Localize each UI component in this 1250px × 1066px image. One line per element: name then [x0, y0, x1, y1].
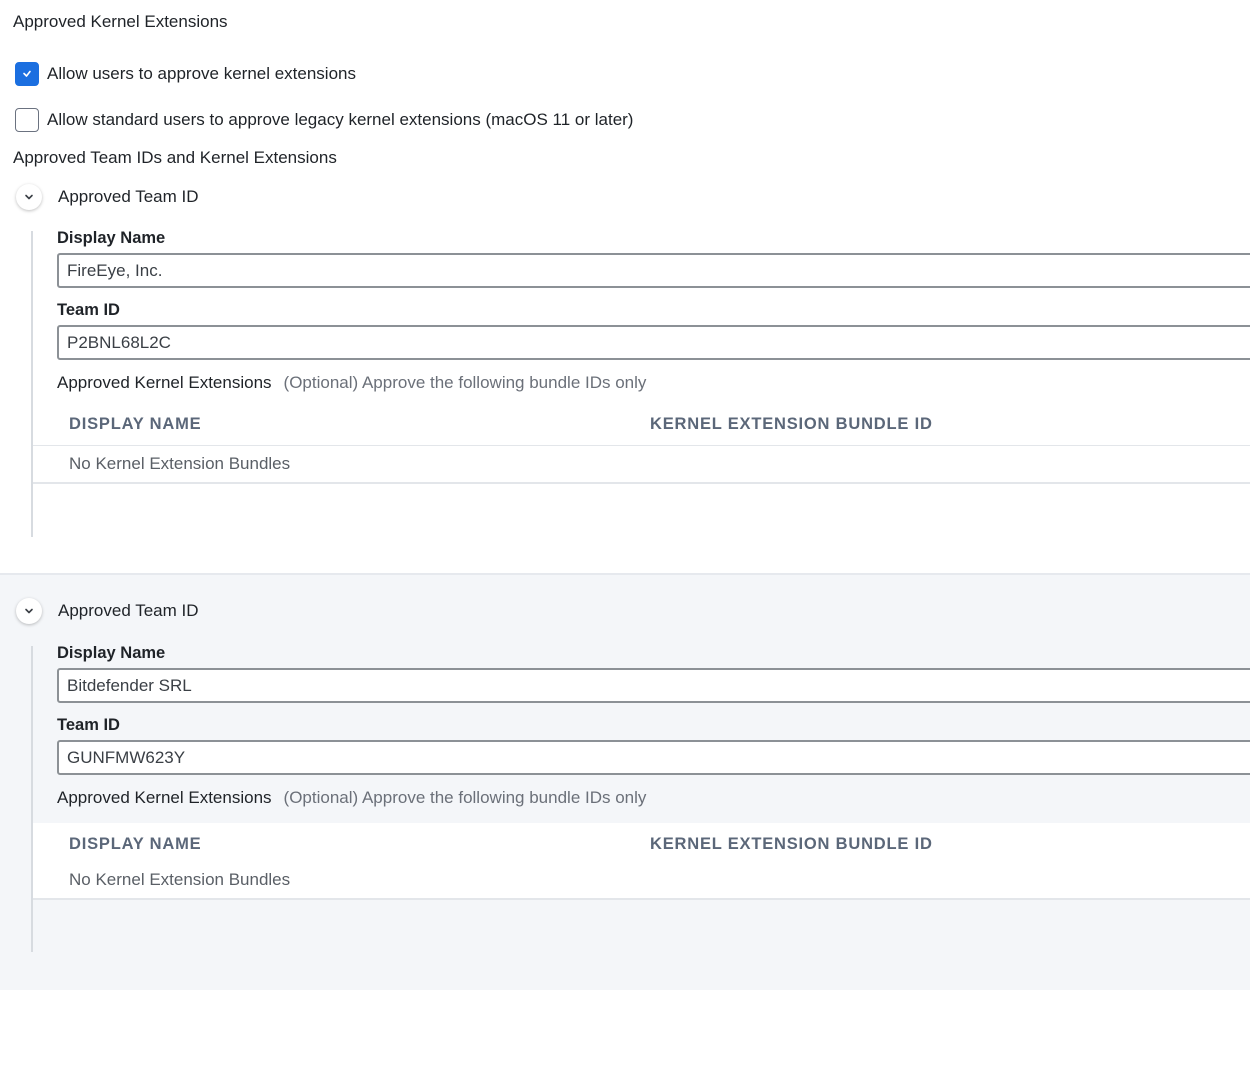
approved-team-card-2: Approved Team ID Display Name Team ID Ap…: [0, 573, 1250, 990]
section-divider-rule: [31, 231, 33, 537]
column-display-name[interactable]: DISPLAY NAME: [69, 415, 201, 434]
column-bundle-id[interactable]: KERNEL EXTENSION BUNDLE ID: [650, 415, 933, 434]
table-row-empty: No Kernel Extension Bundles: [33, 862, 1250, 900]
team-id-label: Team ID: [57, 716, 120, 734]
bundle-table-header: DISPLAY NAME KERNEL EXTENSION BUNDLE ID: [33, 823, 1250, 867]
allow-users-checkbox-row[interactable]: Allow users to approve kernel extensions: [15, 62, 356, 86]
allow-standard-users-checkbox[interactable]: [15, 108, 39, 132]
table-row-empty: No Kernel Extension Bundles: [33, 446, 1250, 484]
collapse-button[interactable]: [16, 598, 42, 624]
team-ids-title: Approved Team IDs and Kernel Extensions: [13, 148, 337, 167]
approved-kernel-extensions-hint: (Optional) Approve the following bundle …: [283, 788, 647, 807]
approved-kernel-extensions-row: Approved Kernel Extensions (Optional) Ap…: [57, 373, 646, 393]
allow-users-checkbox[interactable]: [15, 62, 39, 86]
bundle-table-header: DISPLAY NAME KERNEL EXTENSION BUNDLE ID: [33, 403, 1250, 447]
allow-standard-users-checkbox-row[interactable]: Allow standard users to approve legacy k…: [15, 108, 633, 132]
allow-standard-users-label: Allow standard users to approve legacy k…: [47, 110, 634, 129]
section-divider-rule: [31, 646, 33, 952]
team-id-label: Team ID: [57, 301, 120, 319]
chevron-down-icon: [25, 194, 33, 200]
display-name-input[interactable]: [57, 668, 1250, 703]
approved-team-title: Approved Team ID: [58, 187, 199, 206]
collapse-button[interactable]: [16, 184, 42, 210]
empty-state-text: No Kernel Extension Bundles: [69, 870, 291, 889]
display-name-label: Display Name: [57, 644, 166, 662]
approved-kernel-extensions-label: Approved Kernel Extensions: [57, 373, 272, 392]
team-id-input[interactable]: [57, 740, 1250, 775]
column-bundle-id[interactable]: KERNEL EXTENSION BUNDLE ID: [650, 835, 933, 854]
column-display-name[interactable]: DISPLAY NAME: [69, 835, 201, 854]
allow-users-label: Allow users to approve kernel extensions: [47, 64, 356, 83]
checkmark-icon: [23, 70, 31, 77]
display-name-input[interactable]: [57, 253, 1250, 288]
approved-team-card-1: Approved Team ID Display Name Team ID Ap…: [0, 175, 1250, 573]
approved-team-header-2[interactable]: Approved Team ID: [16, 597, 198, 625]
chevron-down-icon: [25, 608, 33, 614]
approved-team-header-1[interactable]: Approved Team ID: [16, 183, 198, 211]
kernel-extensions-page: Approved Kernel Extensions Allow users t…: [0, 0, 1250, 1066]
approved-team-title: Approved Team ID: [58, 601, 199, 620]
team-id-input[interactable]: [57, 325, 1250, 360]
display-name-label: Display Name: [57, 229, 166, 247]
approved-kernel-extensions-hint: (Optional) Approve the following bundle …: [283, 373, 647, 392]
approved-kernel-extensions-row: Approved Kernel Extensions (Optional) Ap…: [57, 788, 646, 808]
section-title: Approved Kernel Extensions: [13, 12, 228, 31]
approved-kernel-extensions-label: Approved Kernel Extensions: [57, 788, 272, 807]
empty-state-text: No Kernel Extension Bundles: [69, 454, 291, 473]
